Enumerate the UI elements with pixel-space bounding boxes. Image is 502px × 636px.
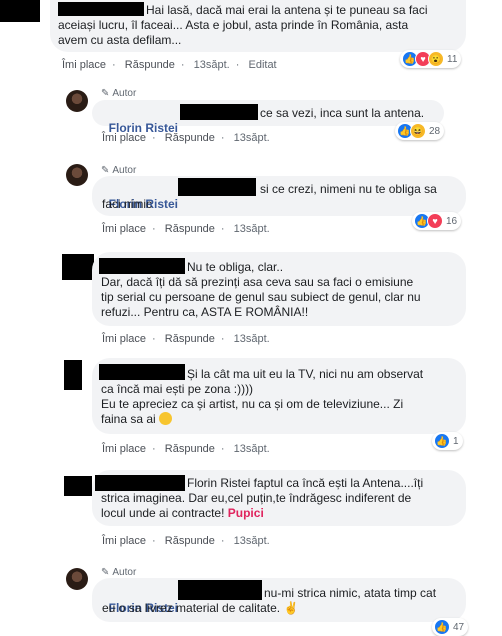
comment-text: faci nimic — [102, 197, 153, 211]
avatar[interactable] — [66, 568, 88, 590]
reply-button[interactable]: Răspunde — [165, 333, 215, 345]
comment-actions: Îmi place · Răspunde · 13săpt. — [102, 443, 270, 455]
love-icon: ♥ — [427, 213, 443, 229]
reactions-summary[interactable]: 👍 ♥ 16 — [412, 212, 462, 230]
redacted-avatar — [64, 476, 92, 496]
comment-actions: Îmi place · Răspunde · 13săpt. — [102, 132, 270, 144]
comment-text: ce sa vezi, inca sunt la antena. — [260, 106, 425, 120]
timestamp[interactable]: 13săpt. — [234, 333, 270, 345]
timestamp[interactable]: 13săpt. — [234, 443, 270, 455]
reaction-count: 47 — [453, 621, 465, 633]
comment-text: si ce crezi, nimeni nu te obliga sa — [260, 182, 437, 196]
reaction-count: 16 — [446, 215, 458, 227]
redacted-name — [178, 580, 262, 600]
reply-button[interactable]: Răspunde — [125, 59, 175, 71]
comment-text: Hai lasă, dacă mai erai la antena și te … — [58, 3, 428, 47]
redacted-name — [99, 364, 185, 380]
victory-hand-emoji: ✌ — [283, 601, 299, 615]
redacted-avatar — [62, 254, 94, 280]
redacted-name — [178, 178, 256, 196]
reaction-count: 1 — [453, 435, 459, 447]
author-badge: ✎ Autor — [101, 88, 137, 99]
comment-actions: Îmi place · Răspunde · 13săpt. · Editat — [62, 59, 277, 71]
author-badge: ✎ Autor — [101, 165, 137, 176]
redacted-avatar — [64, 360, 82, 390]
comment-text: ca încă mai ești pe zona :)))) Eu te apr… — [101, 382, 404, 426]
pencil-icon: ✎ — [101, 165, 110, 176]
comment-text: nu-mi strica nimic, atata timp cat — [264, 586, 437, 600]
avatar[interactable] — [66, 90, 88, 112]
reply-button[interactable]: Răspunde — [165, 223, 215, 235]
like-button[interactable]: Îmi place — [102, 535, 146, 547]
like-button[interactable]: Îmi place — [102, 223, 146, 235]
like-icon: 👍 — [434, 433, 450, 449]
pencil-icon: ✎ — [101, 567, 110, 578]
comment-text: strica imaginea. Dar eu,cel puțin,te înd… — [101, 491, 412, 520]
timestamp[interactable]: 13săpt. — [234, 535, 270, 547]
comment-text: Și la cât ma uit eu la TV, nici nu am ob… — [187, 367, 424, 381]
timestamp[interactable]: 13săpt. — [234, 132, 270, 144]
comment-text: eu o sa livrez material de calitate. ✌ — [102, 601, 299, 615]
reply-button[interactable]: Răspunde — [165, 132, 215, 144]
avatar[interactable] — [66, 164, 88, 186]
like-button[interactable]: Îmi place — [102, 132, 146, 144]
reactions-summary[interactable]: 👍 ♥ 😮 11 — [400, 50, 462, 68]
timestamp[interactable]: 13săpt. — [234, 223, 270, 235]
comment-text: Dar, dacă îți dă să prezinți asa ceva sa… — [101, 275, 421, 319]
wow-icon: 😮 — [428, 51, 444, 67]
like-button[interactable]: Îmi place — [102, 443, 146, 455]
reactions-summary[interactable]: 👍 😆 28 — [395, 122, 445, 140]
comment-actions: Îmi place · Răspunde · 13săpt. — [102, 333, 270, 345]
reply-button[interactable]: Răspunde — [165, 443, 215, 455]
redacted-name — [99, 258, 185, 274]
reply-button[interactable]: Răspunde — [165, 535, 215, 547]
comment-text: Nu te obliga, clar.. — [187, 260, 284, 274]
like-button[interactable]: Îmi place — [102, 333, 146, 345]
mention-tag[interactable]: Pupici — [228, 506, 264, 520]
smile-emoji — [158, 412, 172, 425]
author-badge: ✎ Autor — [101, 567, 137, 578]
reaction-count: 11 — [447, 53, 458, 65]
comment-text: Florin Ristei faptul ca încă ești la Ant… — [187, 476, 424, 490]
redacted-avatar — [0, 0, 40, 22]
haha-icon: 😆 — [410, 123, 426, 139]
comment-actions: Îmi place · Răspunde · 13săpt. — [102, 223, 270, 235]
redacted-name — [180, 104, 258, 120]
reaction-count: 28 — [429, 125, 441, 137]
edited-label[interactable]: Editat — [248, 59, 276, 71]
pencil-icon: ✎ — [101, 88, 110, 99]
redacted-name — [95, 475, 185, 491]
reactions-summary[interactable]: 👍 47 — [432, 618, 469, 636]
comment-actions: Îmi place · Răspunde · 13săpt. — [102, 535, 270, 547]
like-button[interactable]: Îmi place — [62, 59, 106, 71]
timestamp[interactable]: 13săpt. — [194, 59, 230, 71]
reactions-summary[interactable]: 👍 1 — [432, 432, 463, 450]
like-icon: 👍 — [434, 619, 450, 635]
